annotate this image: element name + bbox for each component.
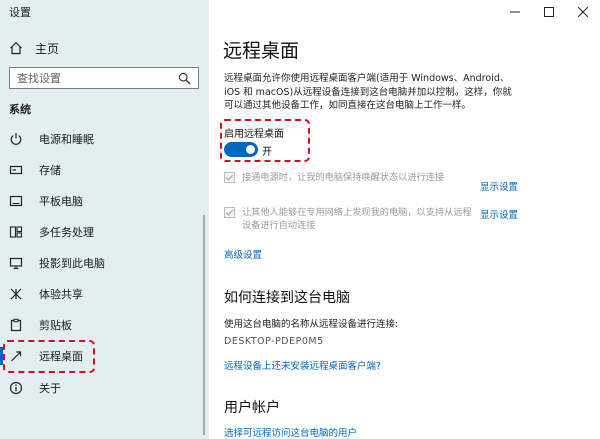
sidebar-item-label: 体验共享 bbox=[39, 288, 83, 301]
clipboard-icon bbox=[10, 318, 22, 332]
storage-icon bbox=[9, 165, 23, 175]
sidebar-item-tablet[interactable]: 平板电脑 bbox=[0, 188, 209, 214]
share-icon bbox=[10, 288, 22, 300]
highlight-box-toggle bbox=[220, 119, 310, 162]
sidebar-item-label: 关于 bbox=[39, 382, 61, 395]
sidebar-item-label: 多任务处理 bbox=[39, 226, 94, 239]
client-not-installed-link[interactable]: 远程设备上还未安装远程桌面客户端? bbox=[224, 358, 381, 372]
sidebar-item-clipboard[interactable]: 剪贴板 bbox=[0, 312, 209, 338]
sidebar-item-project[interactable]: 投影到此电脑 bbox=[0, 250, 209, 276]
sidebar-home-label: 主页 bbox=[35, 41, 60, 56]
sidebar-item-label: 投影到此电脑 bbox=[39, 257, 105, 270]
section-title-system: 系统 bbox=[9, 103, 31, 116]
keep-awake-text: 接通电源时，让我的电脑保持唤醒状态以进行连接 bbox=[242, 172, 445, 183]
search-icon[interactable] bbox=[178, 72, 191, 85]
page-title: 远程桌面 bbox=[223, 40, 300, 62]
pc-name: DESKTOP-PDEP0M5 bbox=[224, 336, 324, 347]
tablet-icon bbox=[9, 195, 23, 207]
user-accounts-heading: 用户帐户 bbox=[224, 400, 280, 416]
sidebar-item-label: 存储 bbox=[39, 164, 61, 177]
info-icon bbox=[9, 381, 23, 395]
advanced-settings-link[interactable]: 高级设置 bbox=[224, 247, 262, 261]
sidebar-item-shared-experiences[interactable]: 体验共享 bbox=[0, 281, 209, 307]
sidebar-item-about[interactable]: 关于 bbox=[0, 375, 209, 401]
sidebar-item-label: 剪贴板 bbox=[39, 319, 72, 332]
sidebar-item-label: 电源和睡眠 bbox=[39, 133, 94, 146]
home-icon bbox=[10, 41, 22, 55]
project-icon bbox=[9, 257, 23, 270]
show-settings-link-2[interactable]: 显示设置 bbox=[480, 207, 518, 221]
show-settings-link-1[interactable]: 显示设置 bbox=[480, 179, 518, 193]
sidebar-item-label: 平板电脑 bbox=[39, 195, 83, 208]
window-title: 设置 bbox=[9, 6, 31, 19]
checkmark-icon bbox=[225, 174, 234, 181]
sidebar: 设置 主页 系统 电源和睡眠 存储 平板电脑 bbox=[0, 0, 209, 439]
power-icon bbox=[10, 133, 22, 145]
how-to-connect-heading: 如何连接到这台电脑 bbox=[224, 290, 350, 306]
sidebar-item-power-sleep[interactable]: 电源和睡眠 bbox=[0, 126, 209, 152]
highlight-box-remote-desktop bbox=[3, 340, 95, 373]
multitasking-icon bbox=[9, 226, 23, 238]
checkmark-icon bbox=[225, 209, 234, 216]
discoverable-text: 让其他人能够在专用网络上发现我的电脑，以支持从远程设备进行自动连接 bbox=[242, 207, 472, 231]
sidebar-item-storage[interactable]: 存储 bbox=[0, 157, 209, 183]
search-box[interactable] bbox=[9, 67, 199, 89]
sidebar-scrollbar[interactable] bbox=[203, 215, 205, 435]
connect-instruction: 使用这台电脑的名称从远程设备进行连接: bbox=[224, 319, 399, 330]
keep-awake-checkbox[interactable] bbox=[224, 172, 235, 183]
sidebar-home[interactable]: 主页 bbox=[9, 38, 59, 58]
option-discoverable: 让其他人能够在专用网络上发现我的电脑，以支持从远程设备进行自动连接 bbox=[224, 206, 474, 232]
discoverable-checkbox[interactable] bbox=[224, 207, 235, 218]
select-users-link[interactable]: 选择可远程访问这台电脑的用户 bbox=[224, 425, 357, 439]
search-input[interactable] bbox=[10, 70, 178, 86]
sidebar-item-multitasking[interactable]: 多任务处理 bbox=[0, 219, 209, 245]
option-keep-awake: 接通电源时，让我的电脑保持唤醒状态以进行连接 bbox=[224, 171, 474, 184]
main-content: 远程桌面 远程桌面允许你使用远程桌面客户端(适用于 Windows、Androi… bbox=[209, 0, 600, 439]
page-description: 远程桌面允许你使用远程桌面客户端(适用于 Windows、Android、iOS… bbox=[224, 73, 512, 111]
